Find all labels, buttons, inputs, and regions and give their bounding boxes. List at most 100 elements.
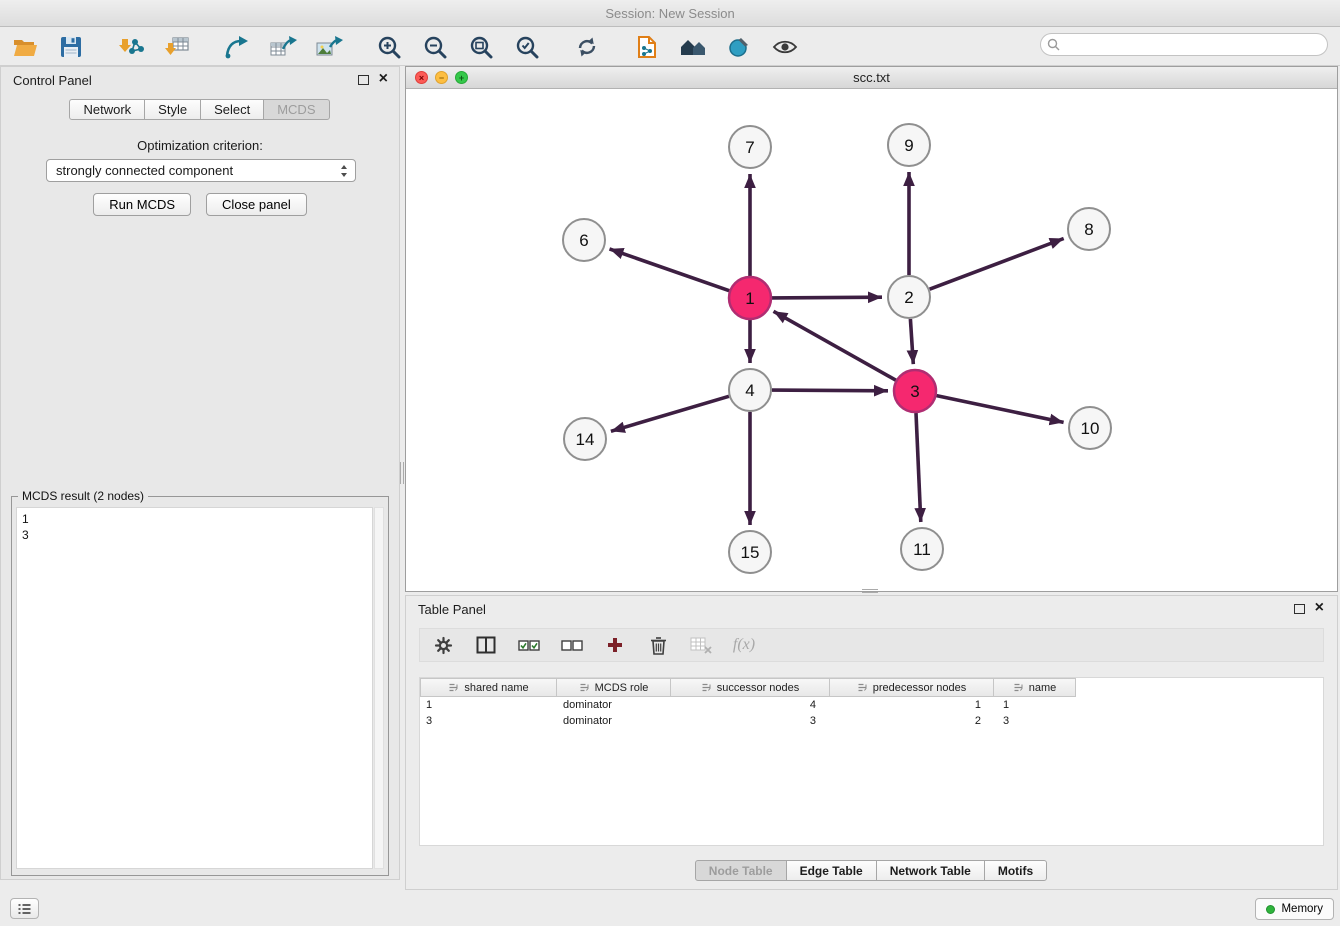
export-image-button[interactable] bbox=[314, 32, 344, 62]
memory-button[interactable]: Memory bbox=[1255, 898, 1334, 920]
main-toolbar bbox=[0, 28, 1340, 66]
refresh-button[interactable] bbox=[572, 32, 602, 62]
network-window-titlebar[interactable]: × − + scc.txt bbox=[406, 67, 1337, 89]
close-panel-button[interactable]: Close panel bbox=[206, 193, 307, 216]
save-session-button[interactable] bbox=[56, 32, 86, 62]
maximize-window-icon[interactable]: + bbox=[455, 71, 468, 84]
minimize-window-icon[interactable]: − bbox=[435, 71, 448, 84]
global-search-input[interactable] bbox=[1064, 38, 1321, 52]
tab-edge-table[interactable]: Edge Table bbox=[786, 860, 877, 881]
result-scrollbar[interactable] bbox=[374, 507, 384, 869]
table-cell[interactable]: 3 bbox=[672, 715, 832, 727]
edge-2-3[interactable] bbox=[910, 319, 913, 364]
tab-select[interactable]: Select bbox=[200, 99, 264, 120]
table-cell[interactable]: 4 bbox=[672, 699, 832, 711]
show-panels-button[interactable] bbox=[10, 898, 39, 919]
node-1[interactable]: 1 bbox=[729, 277, 771, 319]
zoom-fit-icon bbox=[469, 35, 493, 59]
tab-style[interactable]: Style bbox=[144, 99, 201, 120]
node-7[interactable]: 7 bbox=[729, 126, 771, 168]
column-header-MCDS-role[interactable]: MCDS role bbox=[556, 678, 671, 697]
import-network-button[interactable] bbox=[116, 32, 146, 62]
table-row[interactable]: 1dominator411 bbox=[420, 697, 1323, 713]
show-columns-button[interactable] bbox=[473, 632, 499, 658]
node-15[interactable]: 15 bbox=[729, 531, 771, 573]
edge-1-2[interactable] bbox=[772, 297, 882, 298]
criterion-dropdown[interactable]: strongly connected component bbox=[46, 159, 356, 182]
edge-3-10[interactable] bbox=[937, 396, 1064, 423]
edge-1-6[interactable] bbox=[610, 249, 730, 291]
home-button[interactable] bbox=[678, 32, 708, 62]
close-table-panel-icon[interactable]: × bbox=[1315, 598, 1324, 618]
table-cell[interactable]: 1 bbox=[832, 699, 997, 711]
open-session-button[interactable] bbox=[10, 32, 40, 62]
delete-column-button[interactable] bbox=[645, 632, 671, 658]
network-graph[interactable]: 7 9 6 8 1 2 4 3 14 10 15 11 bbox=[406, 89, 1337, 591]
export-table-button[interactable] bbox=[268, 32, 298, 62]
table-cell[interactable]: dominator bbox=[557, 699, 672, 711]
float-table-panel-icon[interactable] bbox=[1294, 604, 1305, 614]
unselect-all-columns-button[interactable] bbox=[559, 632, 585, 658]
table-settings-button[interactable] bbox=[430, 632, 456, 658]
node-4[interactable]: 4 bbox=[729, 369, 771, 411]
tab-mcds[interactable]: MCDS bbox=[263, 99, 329, 120]
node-3[interactable]: 3 bbox=[894, 370, 936, 412]
tab-network[interactable]: Network bbox=[69, 99, 145, 120]
show-details-button[interactable] bbox=[770, 32, 800, 62]
window-titlebar[interactable]: Session: New Session bbox=[0, 0, 1340, 27]
column-header-shared-name[interactable]: shared name bbox=[420, 678, 557, 697]
edge-4-3[interactable] bbox=[772, 390, 888, 391]
global-search-field[interactable] bbox=[1040, 33, 1328, 56]
table-cell[interactable]: 3 bbox=[420, 715, 557, 727]
svg-text:9: 9 bbox=[904, 136, 913, 155]
table-cell[interactable]: 3 bbox=[997, 715, 1080, 727]
node-10[interactable]: 10 bbox=[1069, 407, 1111, 449]
table-cell[interactable]: 1 bbox=[420, 699, 557, 711]
network-file-icon bbox=[636, 35, 658, 59]
run-mcds-button[interactable]: Run MCDS bbox=[93, 193, 191, 216]
node-8[interactable]: 8 bbox=[1068, 208, 1110, 250]
tab-node-table[interactable]: Node Table bbox=[695, 860, 787, 881]
table-cell[interactable]: 1 bbox=[997, 699, 1080, 711]
export-network-button[interactable] bbox=[222, 32, 252, 62]
node-14[interactable]: 14 bbox=[564, 418, 606, 460]
table-cell[interactable]: 2 bbox=[832, 715, 997, 727]
zoom-in-button[interactable] bbox=[374, 32, 404, 62]
tab-motifs[interactable]: Motifs bbox=[984, 860, 1047, 881]
fx-icon: f(x) bbox=[733, 636, 755, 654]
vertical-splitter-handle[interactable] bbox=[400, 462, 404, 484]
network-canvas[interactable]: 7 9 6 8 1 2 4 3 14 10 15 11 bbox=[406, 89, 1337, 591]
close-panel-icon[interactable]: × bbox=[379, 69, 388, 89]
edge-3-1[interactable] bbox=[774, 311, 896, 380]
table-panel-title: Table Panel bbox=[418, 602, 486, 617]
create-column-button[interactable] bbox=[602, 632, 628, 658]
table-cell[interactable]: dominator bbox=[557, 715, 672, 727]
network-file-button[interactable] bbox=[632, 32, 662, 62]
float-panel-icon[interactable] bbox=[358, 75, 369, 85]
delete-table-button bbox=[688, 632, 714, 658]
node-6[interactable]: 6 bbox=[563, 219, 605, 261]
edge-2-8[interactable] bbox=[930, 239, 1064, 290]
close-window-icon[interactable]: × bbox=[415, 71, 428, 84]
search-icon bbox=[1047, 38, 1060, 51]
zoom-fit-button[interactable] bbox=[466, 32, 496, 62]
style-button[interactable] bbox=[724, 32, 754, 62]
tab-network-table[interactable]: Network Table bbox=[876, 860, 985, 881]
window-title: Session: New Session bbox=[605, 6, 734, 21]
import-table-button[interactable] bbox=[162, 32, 192, 62]
horizontal-splitter-handle[interactable] bbox=[862, 589, 878, 593]
node-table-header: shared nameMCDS rolesuccessor nodesprede… bbox=[420, 678, 1323, 697]
zoom-out-button[interactable] bbox=[420, 32, 450, 62]
node-2[interactable]: 2 bbox=[888, 276, 930, 318]
column-header-successor-nodes[interactable]: successor nodes bbox=[670, 678, 830, 697]
node-11[interactable]: 11 bbox=[901, 528, 943, 570]
column-tree-icon bbox=[857, 682, 868, 693]
table-row[interactable]: 3dominator323 bbox=[420, 713, 1323, 729]
edge-3-11[interactable] bbox=[916, 413, 921, 522]
column-header-predecessor-nodes[interactable]: predecessor nodes bbox=[829, 678, 994, 697]
column-header-name[interactable]: name bbox=[993, 678, 1076, 697]
zoom-selected-button[interactable] bbox=[512, 32, 542, 62]
select-all-columns-button[interactable] bbox=[516, 632, 542, 658]
node-9[interactable]: 9 bbox=[888, 124, 930, 166]
edge-4-14[interactable] bbox=[611, 396, 729, 431]
